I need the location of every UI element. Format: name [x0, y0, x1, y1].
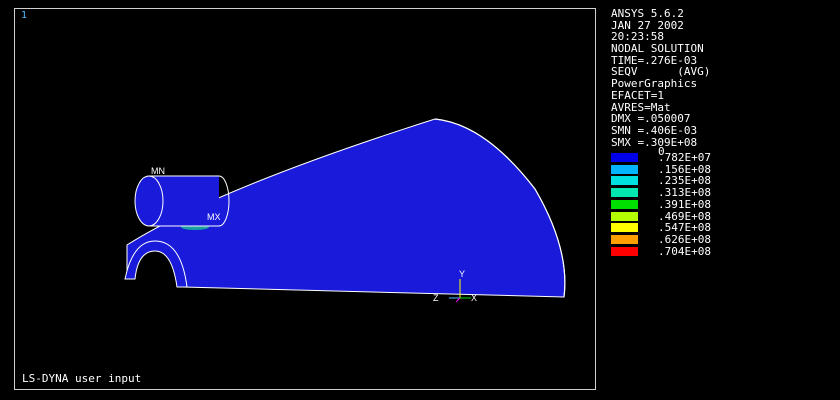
legend-swatch: [611, 153, 638, 162]
info-line: ANSYS 5.6.2: [611, 7, 684, 20]
legend-label: .313E+08: [658, 186, 711, 200]
legend-entry: .391E+08: [611, 199, 791, 210]
legend-swatch: [611, 176, 638, 186]
legend-swatch: [611, 246, 638, 256]
footer-title: LS-DYNA user input: [22, 372, 142, 385]
legend-entry: .782E+07: [611, 152, 791, 163]
triad-y-label: Y: [459, 269, 465, 279]
legend-label: .391E+08: [658, 197, 711, 211]
legend-label: .704E+08: [658, 244, 711, 258]
legend-entry: .547E+08: [611, 222, 791, 233]
legend-swatch: [611, 211, 638, 221]
max-marker: MX: [207, 212, 221, 222]
graphics-viewport[interactable]: 1 MN MX Y X Z LS-DYNA user input: [14, 8, 596, 390]
triad-z-label: Z: [433, 293, 439, 303]
legend-swatch: [611, 164, 638, 174]
min-marker: MN: [151, 166, 165, 176]
info-line: NODAL SOLUTION: [611, 42, 704, 56]
legend-entry: .156E+08: [611, 164, 791, 175]
legend-entry: .313E+08: [611, 187, 791, 198]
legend-label: .469E+08: [658, 209, 711, 223]
info-line: SMN =.406E-03: [611, 123, 698, 137]
info-panel: ANSYS 5.6.2 JAN 27 2002 20:23:58 NODAL SOLU…: [611, 8, 710, 148]
legend-entry: .704E+08: [611, 246, 791, 257]
legend-label: .782E+07: [658, 151, 711, 164]
legend-label: .547E+08: [658, 221, 711, 235]
cylinder-front-face: [134, 175, 164, 227]
model-scene[interactable]: MN MX Y X Z: [15, 9, 595, 389]
legend-entry: .626E+08: [611, 234, 791, 245]
info-line: EFACET=1: [611, 88, 664, 102]
legend-label: .235E+08: [658, 174, 711, 188]
legend-swatch: [611, 234, 638, 244]
legend-label: .626E+08: [658, 232, 711, 246]
legend-entry: .235E+08: [611, 175, 791, 186]
triad-x-label: X: [471, 293, 477, 303]
legend-swatch: [611, 199, 638, 209]
legend-label: .156E+08: [658, 162, 711, 176]
legend-swatch: [611, 223, 638, 233]
legend-swatch: [611, 188, 638, 198]
legend-entry: .469E+08: [611, 211, 791, 222]
